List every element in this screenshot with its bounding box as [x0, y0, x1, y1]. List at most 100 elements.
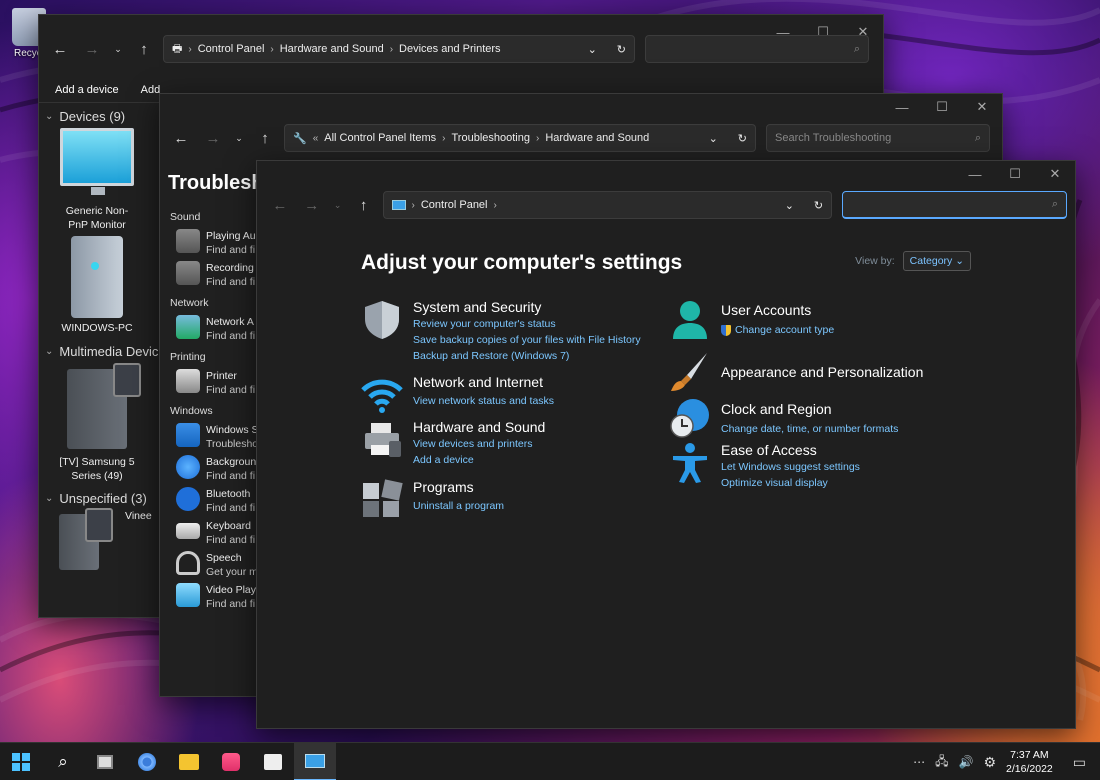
address-bar[interactable]: 🖶 › Control Panel › Hardware and Sound ›… — [163, 35, 635, 63]
control-panel-taskbar-button[interactable] — [294, 742, 336, 780]
category-link[interactable]: Save backup copies of your files with Fi… — [413, 332, 641, 348]
category-link[interactable]: Review your computer's status — [413, 316, 641, 332]
category-link[interactable]: Change date, time, or number formats — [721, 421, 898, 437]
search-icon: ⌕ — [58, 751, 68, 771]
close-icon[interactable]: ✕ — [1035, 166, 1075, 182]
forward-arrow-icon[interactable]: → — [79, 41, 105, 58]
breadcrumb-hardware-sound[interactable]: Hardware and Sound — [280, 43, 384, 55]
search-taskbar-button[interactable]: ⌕ — [42, 743, 84, 780]
breadcrumb-control-panel[interactable]: Control Panel — [421, 199, 488, 211]
refresh-icon[interactable]: ↻ — [738, 132, 747, 145]
breadcrumb-hardware-sound[interactable]: Hardware and Sound — [545, 132, 649, 144]
category-title[interactable]: Network and Internet — [413, 374, 554, 391]
settings-gear-icon[interactable]: ⚙ — [983, 754, 996, 771]
back-arrow-icon[interactable]: ← — [267, 197, 293, 214]
chevron-down-icon: ⌄ — [45, 346, 54, 357]
file-explorer-button[interactable] — [168, 743, 210, 780]
category-title[interactable]: System and Security — [413, 299, 641, 316]
overflow-chevron-icon[interactable]: ⋯ — [913, 755, 925, 769]
category-title[interactable]: Appearance and Personalization — [721, 364, 923, 381]
media-device-icon — [59, 508, 113, 570]
up-arrow-icon[interactable]: ↑ — [252, 130, 278, 147]
device-pc[interactable]: WINDOWS-PC — [47, 236, 147, 334]
category-title[interactable]: User Accounts — [721, 302, 834, 319]
close-icon[interactable]: ✕ — [962, 99, 1002, 115]
media-device-icon — [67, 363, 141, 449]
minimize-icon[interactable]: — — [955, 167, 995, 182]
category-title[interactable]: Ease of Access — [721, 442, 860, 459]
category-appearance[interactable]: Appearance and Personalization — [669, 351, 923, 393]
title-bar[interactable]: — ☐ ✕ — [160, 94, 1002, 120]
browser-button[interactable] — [126, 743, 168, 780]
category-link[interactable]: Optimize visual display — [721, 475, 860, 491]
add-device-button[interactable]: Add a device — [55, 84, 119, 96]
category-title[interactable]: Programs — [413, 479, 504, 496]
windows-logo-icon — [12, 752, 30, 771]
breadcrumb-troubleshooting[interactable]: Troubleshooting — [452, 132, 530, 144]
category-link[interactable]: Backup and Restore (Windows 7) — [413, 348, 641, 364]
breadcrumb-control-panel[interactable]: Control Panel — [198, 43, 265, 55]
breadcrumb-all-items[interactable]: All Control Panel Items — [324, 132, 436, 144]
recent-chevron-icon[interactable]: ⌄ — [232, 133, 246, 144]
forward-arrow-icon[interactable]: → — [299, 197, 325, 214]
user-icon — [669, 299, 711, 341]
network-icon[interactable]: 🖧 — [935, 752, 948, 773]
network-adapter-icon — [176, 315, 200, 339]
category-link[interactable]: View network status and tasks — [413, 393, 554, 409]
maximize-icon[interactable]: ☐ — [995, 166, 1035, 182]
up-arrow-icon[interactable]: ↑ — [351, 197, 377, 214]
recent-chevron-icon[interactable]: ⌄ — [111, 44, 125, 55]
category-hardware-sound[interactable]: Hardware and Sound View devices and prin… — [361, 419, 545, 468]
category-link[interactable]: Add a device — [413, 452, 545, 468]
up-arrow-icon[interactable]: ↑ — [131, 41, 157, 58]
browser-icon — [138, 752, 156, 771]
control-panel-window[interactable]: — ☐ ✕ ← → ⌄ ↑ › Control Panel › ⌄ ↻ ⌕ Ad… — [256, 160, 1076, 729]
task-view-icon — [97, 754, 113, 769]
back-arrow-icon[interactable]: ← — [168, 130, 194, 147]
category-title[interactable]: Clock and Region — [721, 401, 898, 418]
category-link[interactable]: Let Windows suggest settings — [721, 459, 860, 475]
category-network-internet[interactable]: Network and Internet View network status… — [361, 374, 554, 416]
refresh-icon[interactable]: ↻ — [617, 43, 626, 56]
dropdown-chevron-icon[interactable]: ⌄ — [709, 132, 718, 145]
view-by-select[interactable]: Category ⌄ — [902, 251, 971, 271]
search-troubleshooting-input[interactable]: Search Troubleshooting ⌕ — [766, 124, 990, 152]
windows-store-icon — [176, 423, 200, 447]
search-control-panel-input[interactable]: ⌕ — [842, 191, 1067, 219]
category-link[interactable]: View devices and printers — [413, 436, 545, 452]
clock[interactable]: 7:37 AM 2/16/2022 — [1006, 748, 1053, 776]
device-monitor[interactable]: Generic Non-PnP Monitor — [47, 128, 147, 232]
recent-chevron-icon[interactable]: ⌄ — [331, 200, 345, 211]
task-view-button[interactable] — [84, 743, 126, 780]
category-clock-region[interactable]: Clock and Region Change date, time, or n… — [669, 397, 898, 439]
device-tv[interactable]: [TV] Samsung 5 Series (49) — [47, 363, 147, 483]
back-arrow-icon[interactable]: ← — [47, 41, 73, 58]
address-bar[interactable]: › Control Panel › ⌄ ↻ — [382, 191, 833, 219]
category-title[interactable]: Hardware and Sound — [413, 419, 545, 436]
address-bar[interactable]: 🔧 « All Control Panel Items › Troublesho… — [284, 124, 756, 152]
volume-icon[interactable]: 🔊 — [959, 755, 974, 769]
title-bar[interactable]: — ☐ ✕ — [257, 161, 1075, 187]
store-button[interactable] — [252, 743, 294, 780]
system-tray: ⋯ 🖧 🔊 ⚙ 7:37 AM 2/16/2022 ▭ — [913, 743, 1100, 780]
start-button[interactable] — [0, 743, 42, 780]
category-programs[interactable]: Programs Uninstall a program — [361, 479, 504, 521]
notification-icon[interactable]: ▭ — [1073, 754, 1086, 771]
folder-icon — [179, 753, 199, 770]
category-ease-of-access[interactable]: Ease of Access Let Windows suggest setti… — [669, 442, 860, 491]
dropdown-chevron-icon[interactable]: ⌄ — [785, 199, 794, 212]
category-system-security[interactable]: System and Security Review your computer… — [361, 299, 641, 364]
maximize-icon[interactable]: ☐ — [922, 99, 962, 115]
dropdown-chevron-icon[interactable]: ⌄ — [588, 43, 597, 56]
forward-arrow-icon[interactable]: → — [200, 130, 226, 147]
minimize-icon[interactable]: — — [882, 100, 922, 115]
add-printer-button[interactable]: Add — [141, 84, 161, 96]
media-player-button[interactable] — [210, 743, 252, 780]
refresh-icon[interactable]: ↻ — [814, 199, 823, 212]
accessibility-icon — [669, 442, 711, 484]
category-link[interactable]: Change account type — [721, 322, 834, 338]
category-link[interactable]: Uninstall a program — [413, 498, 504, 514]
search-box[interactable]: ⌕ — [645, 35, 869, 63]
breadcrumb-devices-printers[interactable]: Devices and Printers — [399, 43, 501, 55]
category-user-accounts[interactable]: User Accounts Change account type — [669, 299, 834, 341]
